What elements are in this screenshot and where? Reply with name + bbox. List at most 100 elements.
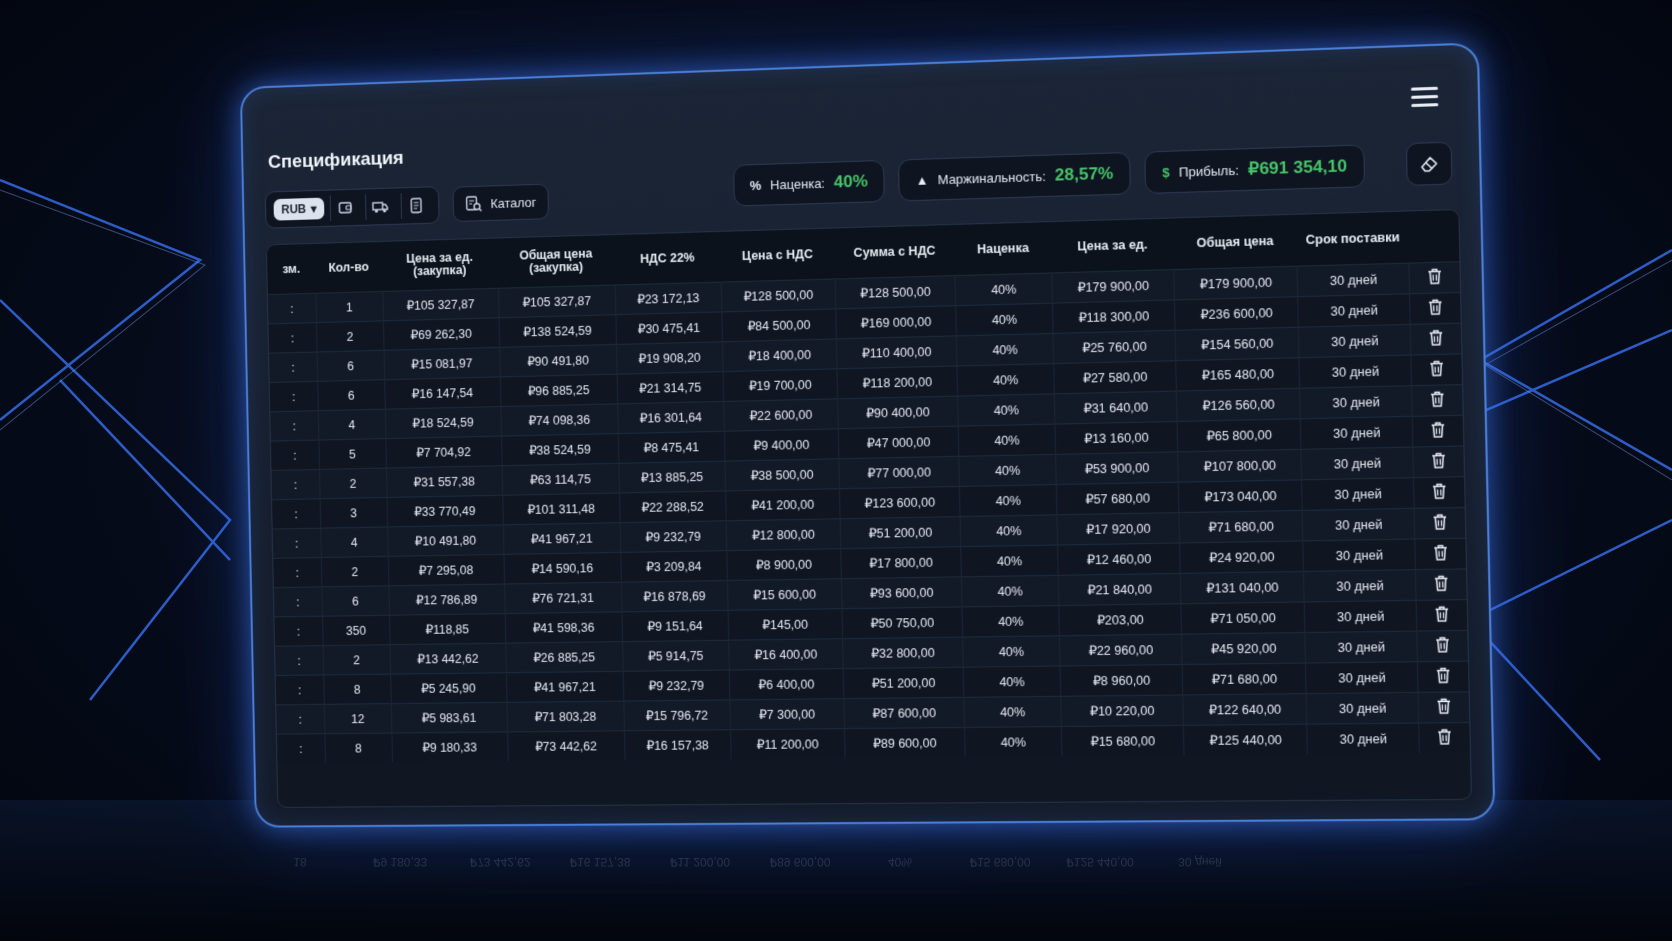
cell-markup: 40% xyxy=(963,636,1061,667)
trash-icon xyxy=(1427,268,1442,285)
cell-vat: ₽22 288,52 xyxy=(619,491,726,523)
row-drag-handle[interactable]: : xyxy=(269,352,318,383)
row-drag-handle[interactable]: : xyxy=(275,646,324,676)
trash-icon xyxy=(1432,483,1447,500)
reflection-cell: ₽89 600,00 xyxy=(750,855,850,869)
markup-value: 40% xyxy=(834,171,868,192)
cell-sum-with-vat: ₽77 000,00 xyxy=(839,456,960,488)
cell-unit-price-purchase: ₽7 295,08 xyxy=(388,554,504,585)
delete-row-button[interactable] xyxy=(1416,569,1467,600)
cell-total-purchase: ₽38 524,59 xyxy=(501,434,618,466)
table-body: :1 ₽105 327,87 ₽105 327,87 ₽23 172,13 ₽128 5… xyxy=(268,262,1470,763)
row-drag-handle[interactable]: : xyxy=(277,734,326,763)
cell-price-with-vat: ₽128 500,00 xyxy=(721,279,836,312)
row-drag-handle[interactable]: : xyxy=(276,675,325,705)
cell-price-with-vat: ₽15 600,00 xyxy=(727,579,842,611)
cell-total-price: ₽71 680,00 xyxy=(1182,663,1306,695)
markup-label: Наценка: xyxy=(770,175,825,192)
cell-sum-with-vat: ₽51 200,00 xyxy=(840,517,961,549)
header-price-with-vat: Цена с НДС xyxy=(720,228,835,282)
row-drag-handle[interactable]: : xyxy=(272,499,321,529)
catalog-button[interactable]: Каталог xyxy=(452,184,549,222)
cell-total-price: ₽71 680,00 xyxy=(1179,510,1303,543)
cell-unit-price: ₽118 300,00 xyxy=(1053,300,1176,333)
trash-icon xyxy=(1434,575,1449,592)
hamburger-menu-icon[interactable] xyxy=(1411,87,1439,108)
delete-row-button[interactable] xyxy=(1411,354,1462,386)
trash-icon xyxy=(1430,391,1445,408)
cell-total-price: ₽45 920,00 xyxy=(1182,633,1306,665)
document-button[interactable] xyxy=(401,192,431,218)
cell-sum-with-vat: ₽32 800,00 xyxy=(843,637,964,669)
cell-delivery-term: 30 дней xyxy=(1300,386,1413,419)
cell-quantity: 4 xyxy=(321,527,388,558)
delete-row-button[interactable] xyxy=(1418,692,1469,723)
cell-markup: 40% xyxy=(955,273,1052,306)
cell-sum-with-vat: ₽118 200,00 xyxy=(837,366,958,399)
reflection-cell: ₽15 680,00 xyxy=(950,855,1050,869)
delete-row-button[interactable] xyxy=(1409,262,1460,294)
cell-price-with-vat: ₽12 800,00 xyxy=(726,519,841,551)
delete-row-button[interactable] xyxy=(1419,723,1470,754)
cell-unit-price-purchase: ₽18 524,59 xyxy=(385,407,501,439)
delete-row-button[interactable] xyxy=(1411,323,1462,355)
cell-unit-price: ₽22 960,00 xyxy=(1060,634,1183,666)
row-drag-handle[interactable]: : xyxy=(271,469,320,499)
specification-table: зм. Кол-во Цена за ед. (закупка) Общая ц… xyxy=(266,209,1472,808)
delete-row-button[interactable] xyxy=(1410,292,1461,324)
cell-unit-price-purchase: ₽13 442,62 xyxy=(390,643,506,674)
cell-price-with-vat: ₽22 600,00 xyxy=(723,399,838,431)
cell-unit-price: ₽27 580,00 xyxy=(1054,361,1177,394)
row-drag-handle[interactable]: : xyxy=(273,528,322,558)
cell-quantity: 1 xyxy=(316,291,383,322)
cell-sum-with-vat: ₽47 000,00 xyxy=(838,426,959,459)
trash-icon xyxy=(1429,329,1444,346)
row-drag-handle[interactable]: : xyxy=(270,411,319,441)
currency-select[interactable]: RUB ▾ xyxy=(273,198,324,221)
cell-unit-price: ₽57 680,00 xyxy=(1056,482,1179,515)
row-drag-handle[interactable]: : xyxy=(276,704,325,734)
trash-icon xyxy=(1433,544,1448,561)
cell-total-purchase: ₽14 590,16 xyxy=(504,552,621,584)
cell-total-price: ₽122 640,00 xyxy=(1183,694,1307,726)
cell-delivery-term: 30 дней xyxy=(1304,570,1417,602)
delete-row-button[interactable] xyxy=(1414,477,1465,509)
delete-row-button[interactable] xyxy=(1417,630,1468,661)
cell-total-purchase: ₽73 442,62 xyxy=(507,731,624,761)
row-drag-handle[interactable]: : xyxy=(270,381,319,411)
row-drag-handle[interactable]: : xyxy=(268,323,317,354)
cell-price-with-vat: ₽16 400,00 xyxy=(728,639,843,670)
row-drag-handle[interactable]: : xyxy=(268,293,317,324)
cell-markup: 40% xyxy=(960,515,1058,547)
trash-icon xyxy=(1429,360,1444,377)
toolbar: RUB ▾ Каталог xyxy=(265,183,550,229)
cell-delivery-term: 30 дней xyxy=(1299,355,1412,388)
page-title: Спецификация xyxy=(268,148,404,174)
delete-row-button[interactable] xyxy=(1412,385,1463,417)
cell-delivery-term: 30 дней xyxy=(1301,416,1414,449)
row-drag-handle[interactable]: : xyxy=(273,557,322,587)
delete-row-button[interactable] xyxy=(1415,538,1466,570)
cell-delivery-term: 30 дней xyxy=(1297,263,1410,297)
delivery-button[interactable] xyxy=(365,193,395,219)
reflection-cell: ₽73 442,62 xyxy=(450,855,550,869)
cell-quantity: 12 xyxy=(324,704,391,734)
delete-row-button[interactable] xyxy=(1413,415,1464,447)
delete-row-button[interactable] xyxy=(1418,661,1469,692)
cell-quantity: 8 xyxy=(324,674,391,704)
wallet-button[interactable] xyxy=(330,195,360,221)
cell-unit-price-purchase: ₽105 327,87 xyxy=(382,288,498,321)
cell-total-price: ₽125 440,00 xyxy=(1184,724,1308,755)
cell-unit-price: ₽17 920,00 xyxy=(1057,513,1180,545)
delete-row-button[interactable] xyxy=(1413,446,1464,478)
clear-button[interactable] xyxy=(1406,142,1453,186)
delete-row-button[interactable] xyxy=(1417,600,1468,631)
cell-total-price: ₽165 480,00 xyxy=(1176,358,1300,391)
delete-row-button[interactable] xyxy=(1415,507,1466,539)
cell-total-purchase: ₽101 311,48 xyxy=(502,493,619,525)
row-drag-handle[interactable]: : xyxy=(274,587,323,617)
cell-sum-with-vat: ₽51 200,00 xyxy=(843,667,964,698)
row-drag-handle[interactable]: : xyxy=(271,440,320,470)
cell-markup: 40% xyxy=(962,606,1060,638)
row-drag-handle[interactable]: : xyxy=(274,616,323,646)
